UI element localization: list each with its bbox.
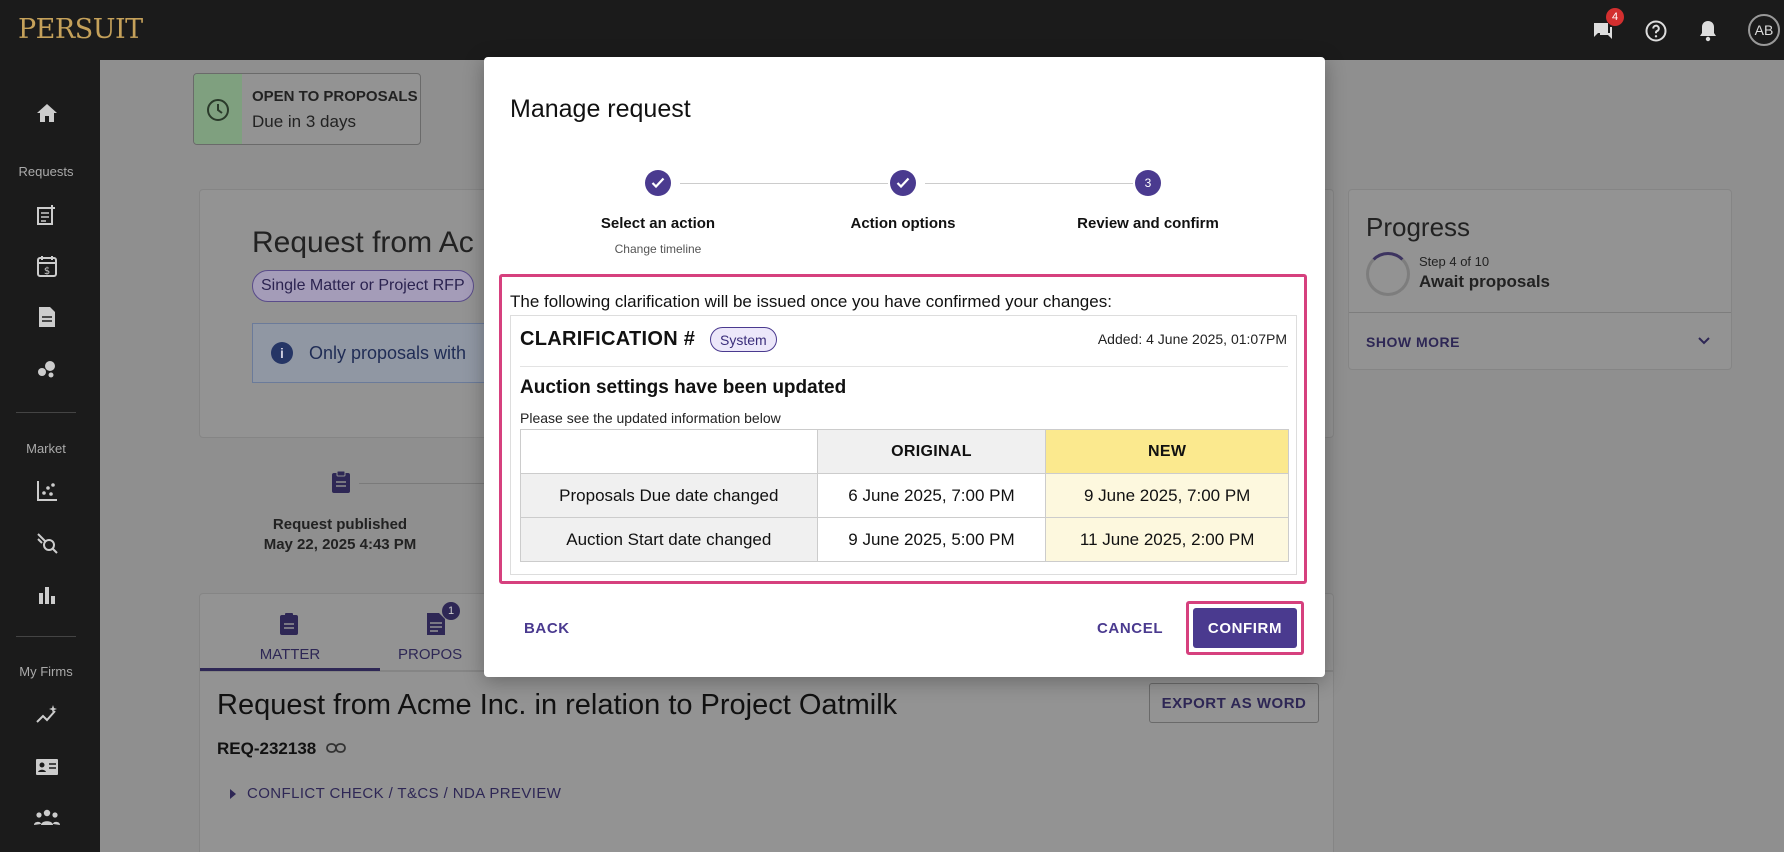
progress-card: Progress Step 4 of 10 Await proposals SH… [1348, 189, 1732, 370]
top-bar: PERSUIT 4 AB [0, 0, 1784, 60]
table-row: Auction Start date changed 9 June 2025, … [520, 517, 1289, 562]
progress-title: Progress [1366, 212, 1471, 242]
step-1-sublabel: Change timeline [614, 242, 702, 256]
system-badge: System [710, 327, 777, 352]
sidebar-section-market: Market [26, 441, 66, 456]
user-avatar[interactable]: AB [1748, 14, 1780, 46]
market-search-icon[interactable] [34, 530, 60, 556]
status-title: OPEN TO PROPOSALS [252, 88, 418, 105]
help-icon[interactable] [1643, 18, 1669, 44]
stepper-connector [925, 183, 1133, 184]
bubbles-icon[interactable] [34, 356, 60, 382]
sidebar: Requests $ Market My Firms [0, 60, 100, 852]
sidebar-divider [16, 412, 76, 413]
column-header-new: NEW [1045, 429, 1289, 474]
step-3-number: 3 [1135, 170, 1161, 196]
sidebar-divider [16, 636, 76, 637]
proposals-badge: 1 [442, 602, 460, 620]
new-request-icon[interactable] [34, 202, 60, 228]
bar-chart-icon[interactable] [34, 582, 60, 608]
clarification-preview: CLARIFICATION # System Added: 4 June 202… [510, 315, 1297, 575]
step-2-label: Action options [850, 215, 956, 232]
row-label: Auction Start date changed [520, 517, 818, 562]
clipboard-icon [330, 470, 352, 499]
progress-stage: Await proposals [1419, 272, 1550, 291]
notifications-bell-icon[interactable] [1695, 18, 1721, 44]
request-title: Request from Ac [252, 226, 474, 259]
progress-ring [1366, 252, 1410, 296]
info-icon: i [271, 342, 293, 364]
added-timestamp: Added: 4 June 2025, 01:07PM [1097, 331, 1287, 347]
export-as-word-button[interactable]: EXPORT AS WORD [1149, 683, 1319, 723]
back-button[interactable]: BACK [524, 620, 570, 637]
new-value: 11 June 2025, 2:00 PM [1045, 517, 1289, 562]
confirm-button[interactable]: CONFIRM [1193, 608, 1297, 648]
request-type-tag: Single Matter or Project RFP [252, 270, 474, 302]
tab-matter-label: MATTER [259, 646, 321, 663]
group-icon[interactable] [34, 805, 60, 831]
new-value: 9 June 2025, 7:00 PM [1045, 473, 1289, 518]
clarification-title: CLARIFICATION # [520, 328, 696, 350]
matter-title: Request from Acme Inc. in relation to Pr… [217, 689, 898, 721]
tab-proposals-label: PROPOS [398, 646, 463, 663]
divider [1349, 312, 1731, 313]
sparkle-trend-icon[interactable] [34, 702, 60, 728]
contact-card-icon[interactable] [34, 754, 60, 780]
update-heading: Auction settings have been updated [520, 377, 847, 398]
step-3-label: Review and confirm [1077, 215, 1219, 232]
sidebar-section-my-firms: My Firms [19, 664, 73, 679]
timeline-date: May 22, 2025 4:43 PM [263, 536, 417, 553]
show-more-link[interactable]: SHOW MORE [1366, 334, 1460, 350]
changes-table: ORIGINAL NEW Proposals Due date changed … [520, 429, 1289, 562]
original-value: 9 June 2025, 5:00 PM [816, 517, 1047, 562]
manage-request-dialog: Manage request 3 Select an action Change… [484, 57, 1325, 677]
stepper-connector [680, 183, 888, 184]
original-value: 6 June 2025, 7:00 PM [816, 473, 1047, 518]
conflict-check-link[interactable]: CONFLICT CHECK / T&CS / NDA PREVIEW [247, 785, 561, 802]
progress-step: Step 4 of 10 [1419, 254, 1490, 269]
sidebar-section-requests: Requests [18, 164, 74, 179]
calendar-dollar-icon[interactable]: $ [34, 253, 60, 279]
column-header-original: ORIGINAL [816, 429, 1047, 474]
clock-icon [194, 74, 242, 144]
divider [520, 366, 1288, 367]
table-header-row: ORIGINAL NEW [520, 429, 1289, 474]
link-icon[interactable] [326, 741, 346, 760]
scatter-chart-icon[interactable] [34, 478, 60, 504]
step-2-check-icon [890, 170, 916, 196]
svg-text:$: $ [44, 266, 50, 277]
document-icon[interactable] [34, 304, 60, 330]
home-icon[interactable] [34, 100, 60, 126]
table-header-empty [520, 429, 818, 474]
tab-matter[interactable]: MATTER [200, 594, 380, 672]
matter-panel: Request from Acme Inc. in relation to Pr… [199, 671, 1334, 852]
clipboard-icon [278, 612, 300, 641]
row-label: Proposals Due date changed [520, 473, 818, 518]
status-card: OPEN TO PROPOSALS Due in 3 days [193, 73, 421, 145]
timeline-line [359, 483, 499, 484]
dialog-title: Manage request [510, 95, 691, 123]
messages-badge: 4 [1606, 8, 1624, 26]
timeline-label: Request published [272, 516, 408, 533]
cancel-button[interactable]: CANCEL [1097, 620, 1163, 637]
request-ref: REQ-232138 [217, 739, 317, 758]
table-row: Proposals Due date changed 6 June 2025, … [520, 473, 1289, 518]
info-text: Only proposals with [309, 343, 467, 363]
caret-right-icon[interactable] [228, 787, 238, 805]
step-1-check-icon [645, 170, 671, 196]
chevron-down-icon[interactable] [1696, 333, 1712, 354]
status-due: Due in 3 days [252, 112, 356, 131]
clarification-intro: The following clarification will be issu… [510, 292, 1112, 311]
update-subheading: Please see the updated information below [520, 410, 781, 426]
step-1-label: Select an action [600, 215, 716, 232]
persuit-logo[interactable]: PERSUIT [18, 14, 143, 45]
